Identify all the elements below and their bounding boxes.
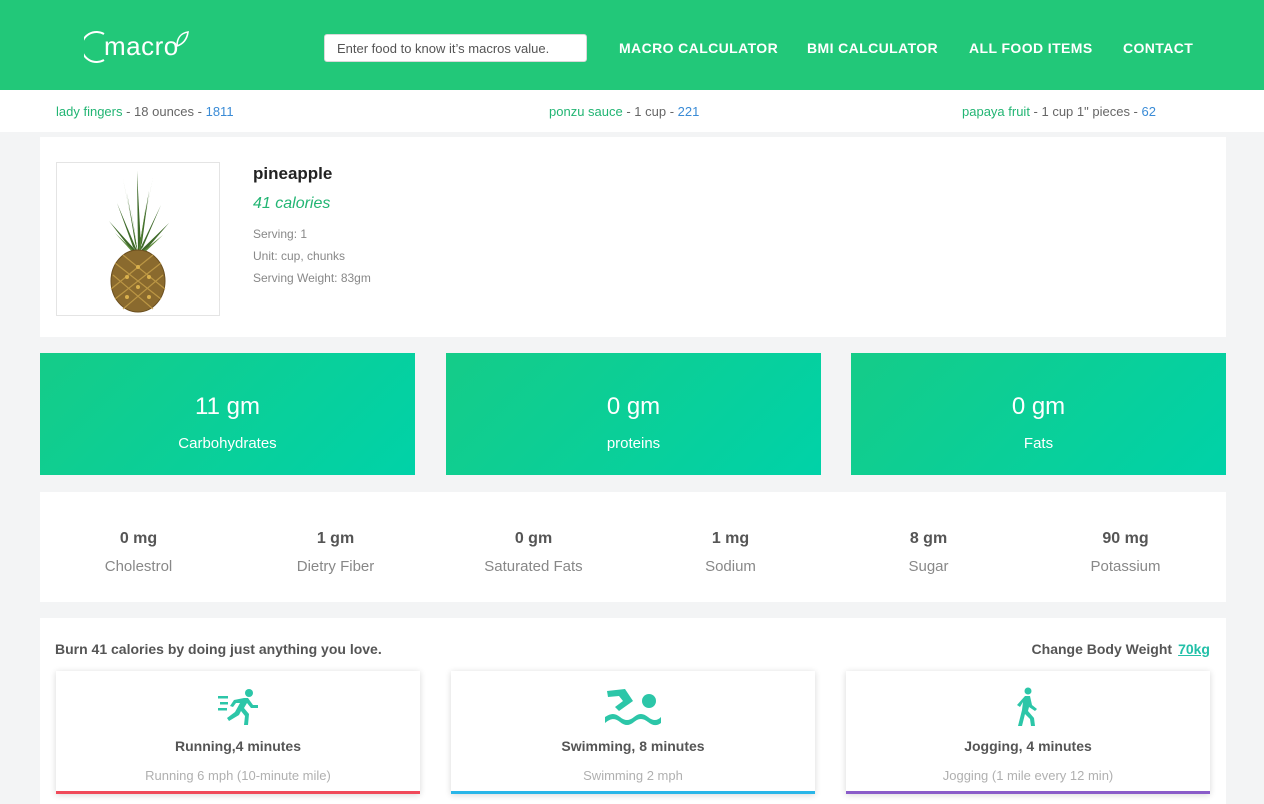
nutrient-cholestrol: 0 mg Cholestrol: [40, 530, 237, 575]
fats-tile: 0 gm Fats: [851, 353, 1226, 475]
pineapple-image: [109, 171, 169, 313]
search-input[interactable]: [324, 34, 587, 62]
activity-subtitle: Jogging (1 mile every 12 min): [942, 768, 1114, 783]
nav-all-food-items[interactable]: ALL FOOD ITEMS: [969, 40, 1093, 56]
ticker-calories: 221: [677, 104, 700, 119]
activity-card-jogging[interactable]: Jogging, 4 minutes Jogging (1 mile every…: [846, 671, 1210, 794]
nutrient-label: Sugar: [908, 558, 949, 575]
activity-subtitle: Running 6 mph (10-minute mile): [145, 768, 331, 783]
food-card: pineapple 41 calories Serving: 1 Unit: c…: [40, 137, 1226, 337]
macro-label: Fats: [1023, 435, 1054, 452]
nutrient-potassium: 90 mg Potassium: [1027, 530, 1224, 575]
nutrient-label: Potassium: [1090, 558, 1161, 575]
proteins-tile: 0 gm proteins: [446, 353, 821, 475]
food-name: pineapple: [253, 164, 333, 183]
running-icon: [56, 687, 420, 727]
ticker-serving: - 1 cup -: [622, 104, 678, 119]
ticker-food-name[interactable]: lady fingers: [56, 104, 122, 119]
nutrient-fiber: 1 gm Dietry Fiber: [237, 530, 434, 575]
nutrient-value: 0 gm: [514, 530, 553, 547]
macro-amount: 0 gm: [1011, 393, 1066, 420]
nutrient-label: Saturated Fats: [484, 558, 583, 575]
carbohydrates-tile: 11 gm Carbohydrates: [40, 353, 415, 475]
ticker-serving: - 18 ounces -: [122, 104, 206, 119]
macro-label: proteins: [606, 435, 661, 452]
nav-macro-calculator[interactable]: MACRO CALCULATOR: [619, 40, 778, 56]
ticker-calories: 1811: [205, 104, 234, 119]
nutrient-value: 8 gm: [909, 530, 948, 547]
activity-card-running[interactable]: Running,4 minutes Running 6 mph (10-minu…: [56, 671, 420, 794]
activity-title: Jogging, 4 minutes: [964, 738, 1092, 754]
nutrient-value: 90 mg: [1102, 530, 1149, 547]
nutrient-value: 1 mg: [711, 530, 750, 547]
swimming-icon: [451, 687, 815, 727]
nav-contact[interactable]: CONTACT: [1123, 40, 1193, 56]
top-header: macro MACRO CALCULATOR BMI CALCULATOR AL…: [0, 0, 1264, 90]
ticker-food-name[interactable]: ponzu sauce: [549, 104, 623, 119]
nutrient-value: 1 gm: [316, 530, 355, 547]
body-weight-link[interactable]: 70kg: [1178, 641, 1210, 657]
macro-amount: 11 gm: [195, 393, 260, 420]
activity-color-bar: [56, 791, 420, 794]
ticker-calories: 62: [1141, 104, 1156, 119]
activity-color-bar: [451, 791, 815, 794]
ticker-food-name[interactable]: papaya fruit: [962, 104, 1030, 119]
unit-text: Unit: cup, chunks: [253, 249, 346, 263]
nutrient-sodium: 1 mg Sodium: [632, 530, 829, 575]
logo-icon: [84, 31, 105, 63]
nutrients-card: 0 mg Cholestrol 1 gm Dietry Fiber 0 gm S…: [40, 492, 1226, 602]
activity-color-bar: [846, 791, 1210, 794]
macro-amount: 0 gm: [606, 393, 661, 420]
ticker-serving: - 1 cup 1" pieces -: [1029, 104, 1142, 119]
ticker-item[interactable]: papaya fruit - 1 cup 1" pieces - 62: [962, 104, 1156, 119]
logo[interactable]: macro: [84, 26, 189, 66]
food-image: [56, 162, 220, 316]
change-body-weight: Change Body Weight 70kg: [1032, 641, 1210, 657]
activity-card-swimming[interactable]: Swimming, 8 minutes Swimming 2 mph: [451, 671, 815, 794]
nutrient-saturated-fats: 0 gm Saturated Fats: [435, 530, 632, 575]
nutrient-label: Sodium: [705, 558, 756, 575]
food-calories: 41 calories: [253, 195, 331, 212]
walking-icon: [846, 687, 1210, 727]
serving-weight-text: Serving Weight: 83gm: [253, 271, 371, 285]
ticker-item[interactable]: ponzu sauce - 1 cup - 221: [549, 104, 699, 119]
nav-bmi-calculator[interactable]: BMI CALCULATOR: [807, 40, 938, 56]
activity-subtitle: Swimming 2 mph: [583, 768, 683, 783]
body-weight-label: Change Body Weight: [1031, 641, 1173, 657]
activity-title: Running,4 minutes: [175, 738, 301, 754]
nutrient-label: Cholestrol: [104, 558, 173, 575]
macro-label: Carbohydrates: [178, 435, 277, 452]
serving-text: Serving: 1: [253, 227, 308, 241]
leaf-icon: [175, 31, 189, 48]
activity-title: Swimming, 8 minutes: [561, 738, 705, 754]
nutrient-value: 0 mg: [119, 530, 158, 547]
burn-calories-card: Burn 41 calories by doing just anything …: [40, 618, 1226, 804]
logo-text: macro: [104, 30, 179, 61]
nutrient-label: Dietry Fiber: [296, 558, 375, 575]
ticker-item[interactable]: lady fingers - 18 ounces - 1811: [56, 104, 234, 119]
burn-title: Burn 41 calories by doing just anything …: [55, 641, 382, 657]
food-ticker: lady fingers - 18 ounces - 1811 ponzu sa…: [0, 90, 1264, 132]
nutrient-sugar: 8 gm Sugar: [830, 530, 1027, 575]
